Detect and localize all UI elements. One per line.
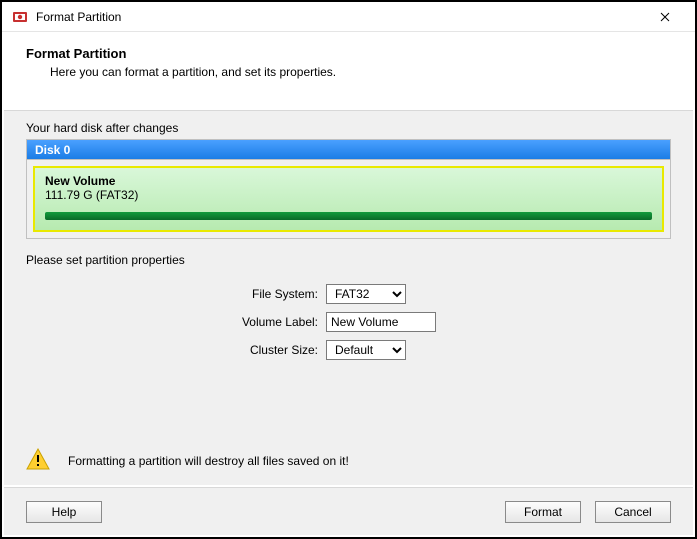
volume-usage-bar: [45, 212, 652, 220]
footer: Help Format Cancel: [4, 487, 693, 535]
warning-text: Formatting a partition will destroy all …: [68, 454, 349, 468]
cancel-button[interactable]: Cancel: [595, 501, 671, 523]
cluster-size-select[interactable]: Default: [326, 340, 406, 360]
app-icon: [12, 9, 28, 25]
fields: File System: FAT32 Volume Label: Cluster…: [26, 281, 671, 363]
help-button[interactable]: Help: [26, 501, 102, 523]
volume-block[interactable]: New Volume 111.79 G (FAT32): [33, 166, 664, 232]
window-title: Format Partition: [36, 10, 121, 24]
footer-buttons: Format Cancel: [505, 501, 671, 523]
disk-body: New Volume 111.79 G (FAT32): [26, 159, 671, 239]
page-subtitle: Here you can format a partition, and set…: [50, 65, 671, 79]
props-caption: Please set partition properties: [26, 253, 671, 267]
main-panel: Your hard disk after changes Disk 0 New …: [4, 110, 693, 485]
disk-label: Disk 0: [35, 143, 70, 157]
warning-row: Formatting a partition will destroy all …: [26, 448, 671, 473]
disk-header[interactable]: Disk 0: [26, 139, 671, 159]
volume-name: New Volume: [45, 174, 652, 188]
header: Format Partition Here you can format a p…: [2, 32, 695, 89]
warning-icon: [26, 448, 50, 473]
row-file-system: File System: FAT32: [26, 281, 671, 307]
volume-label-input[interactable]: [326, 312, 436, 332]
row-volume-label: Volume Label:: [26, 309, 671, 335]
format-button[interactable]: Format: [505, 501, 581, 523]
volume-info: 111.79 G (FAT32): [45, 188, 652, 202]
disk-caption: Your hard disk after changes: [26, 121, 671, 135]
page-title: Format Partition: [26, 46, 671, 61]
close-button[interactable]: [645, 3, 685, 31]
file-system-label: File System:: [26, 287, 326, 301]
titlebar: Format Partition: [2, 2, 695, 32]
cluster-size-label: Cluster Size:: [26, 343, 326, 357]
row-cluster-size: Cluster Size: Default: [26, 337, 671, 363]
partition-properties: Please set partition properties File Sys…: [26, 253, 671, 363]
file-system-select[interactable]: FAT32: [326, 284, 406, 304]
volume-label-label: Volume Label:: [26, 315, 326, 329]
